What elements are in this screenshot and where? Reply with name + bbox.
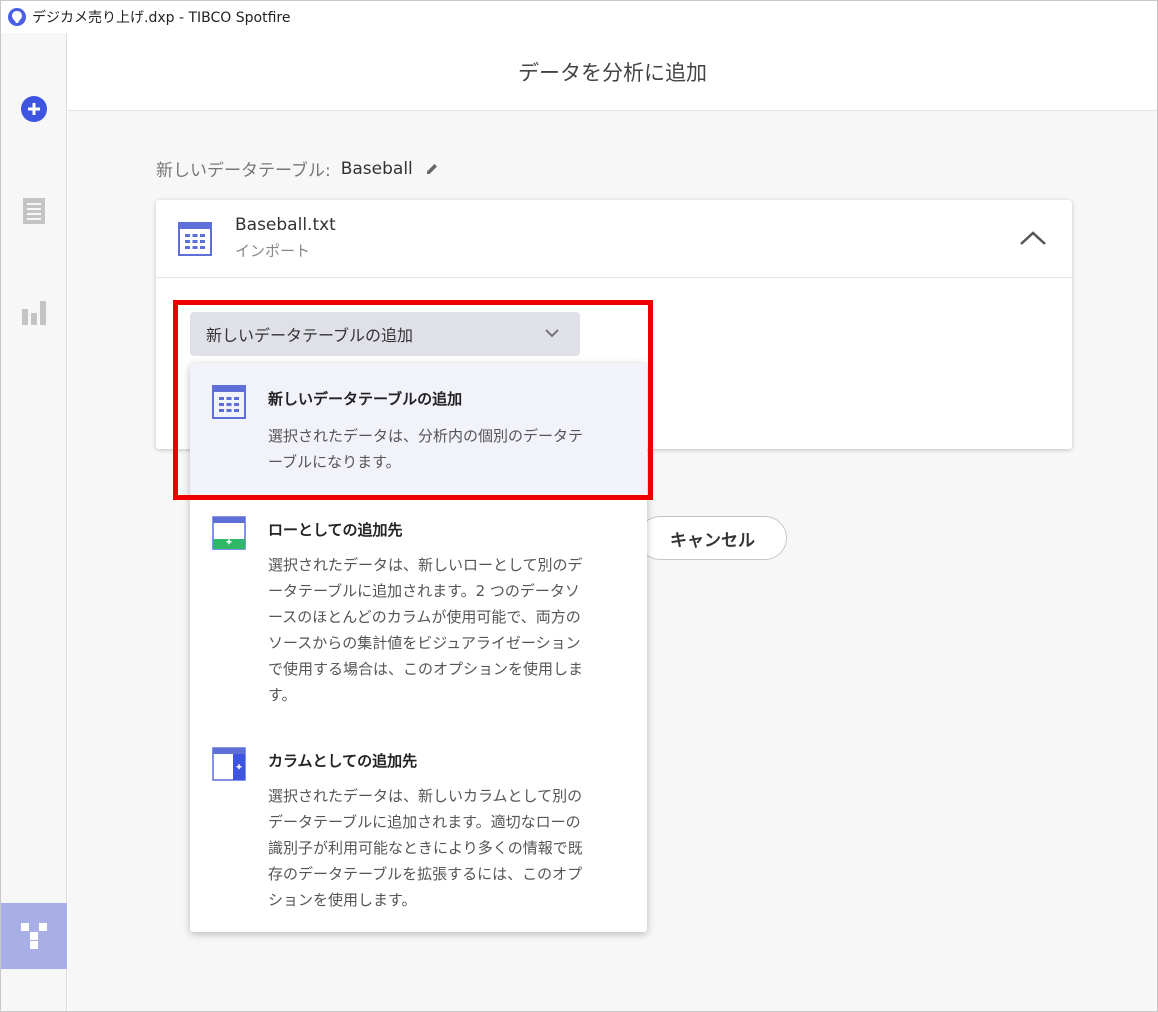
sidebar	[1, 33, 67, 1011]
menu-item-add-rows[interactable]: ローとしての追加先 選択されたデータは、新しいローとして別のデ ータテーブルに追…	[190, 500, 647, 725]
visualizations-button[interactable]	[1, 279, 67, 345]
source-card-header[interactable]: Baseball.txt インポート	[156, 200, 1072, 278]
data-canvas-icon	[21, 923, 47, 949]
add-data-button[interactable]	[1, 76, 67, 142]
page-title: データを分析に追加	[518, 60, 707, 85]
cancel-button[interactable]: キャンセル	[638, 516, 787, 560]
window-title: デジカメ売り上げ.dxp - TIBCO Spotfire	[32, 10, 291, 26]
data-table-name[interactable]: Baseball	[341, 159, 413, 179]
table-icon	[178, 222, 212, 256]
pages-button[interactable]	[1, 178, 67, 244]
bar-chart-icon	[22, 301, 46, 325]
spotfire-logo-icon	[8, 8, 26, 26]
menu-item-description: 選択されたデータは、新しいローとして別のデ ータテーブルに追加されます。2 つの…	[268, 556, 584, 704]
menu-item-description: 選択されたデータは、新しいカラムとして別の データテーブルに追加されます。適切な…	[268, 787, 583, 909]
data-canvas-button[interactable]	[1, 903, 67, 969]
annotation-highlight-box	[173, 300, 653, 500]
chevron-up-icon[interactable]	[1018, 226, 1048, 250]
data-table-name-row: 新しいデータテーブル: Baseball	[156, 156, 439, 181]
menu-item-title: カラムとしての追加先	[268, 752, 418, 770]
menu-item-add-columns[interactable]: カラムとしての追加先 選択されたデータは、新しいカラムとして別の データテーブル…	[190, 725, 647, 932]
source-file-subtitle: インポート	[235, 242, 311, 260]
document-icon	[23, 198, 45, 224]
add-columns-icon	[212, 747, 246, 781]
add-circle-icon	[21, 96, 47, 122]
menu-item-title: ローとしての追加先	[268, 521, 403, 539]
pencil-icon[interactable]	[425, 162, 439, 176]
dialog-header: データを分析に追加	[68, 33, 1157, 111]
source-file-name: Baseball.txt	[235, 215, 336, 235]
title-bar: デジカメ売り上げ.dxp - TIBCO Spotfire	[1, 1, 1157, 33]
add-rows-icon	[212, 516, 246, 550]
data-table-prefix: 新しいデータテーブル:	[156, 161, 331, 181]
